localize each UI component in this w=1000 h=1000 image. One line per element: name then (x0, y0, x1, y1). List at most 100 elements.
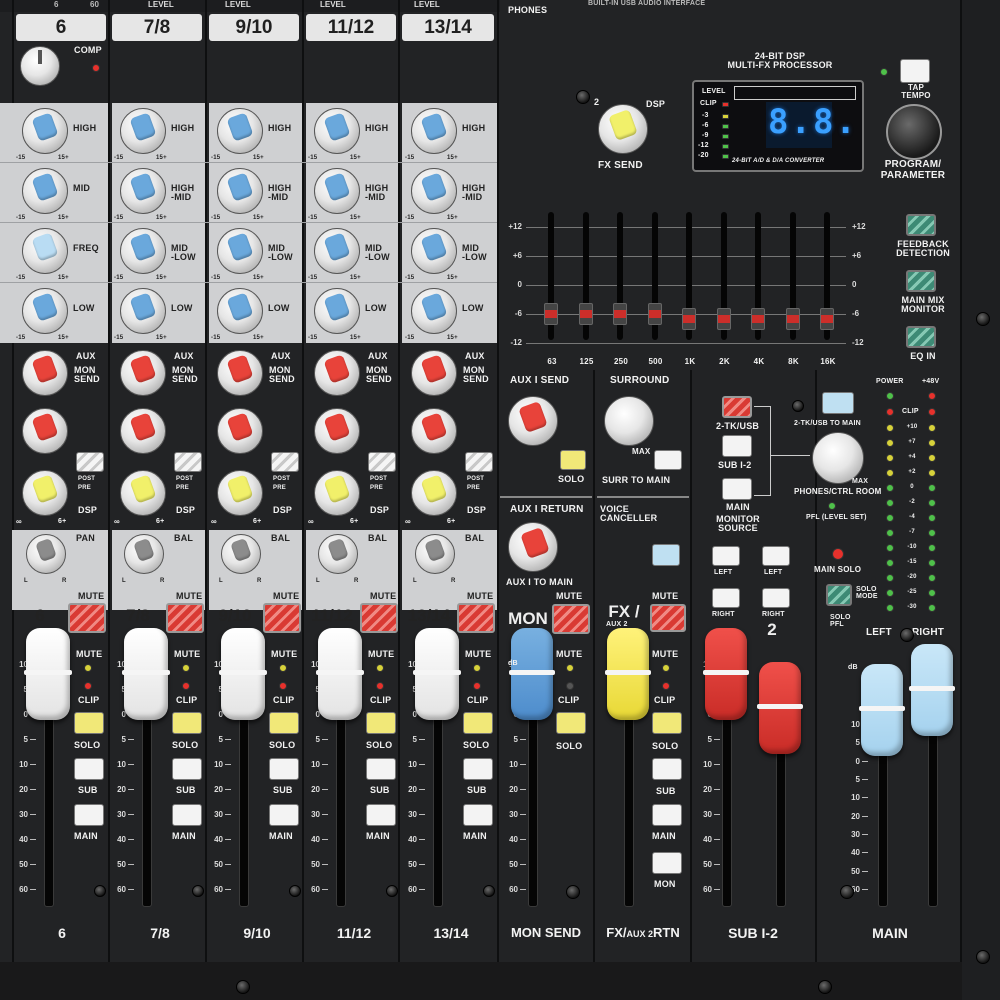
fader-tick (322, 864, 328, 865)
mon-mute-button[interactable] (552, 604, 590, 634)
monitor-right-button-2[interactable] (762, 588, 790, 608)
clip-label: CLIP (78, 695, 100, 705)
geq-scale-label: +6 (852, 251, 862, 260)
fader-knob[interactable] (859, 664, 905, 756)
geq-slider-cap[interactable] (544, 302, 558, 325)
fader-knob[interactable] (24, 628, 72, 720)
geq-slider-cap[interactable] (647, 302, 662, 325)
sub12-source-button[interactable] (722, 435, 752, 457)
monitor-left-button[interactable] (712, 546, 740, 566)
fx-mute-button[interactable] (650, 604, 686, 632)
footer-fx-main: FX/ (606, 925, 627, 940)
clip-right-led (928, 408, 936, 416)
main-button[interactable] (366, 804, 396, 826)
solo-button[interactable] (172, 712, 202, 734)
fader-scale-label: 60 (408, 885, 417, 894)
source-bracket (754, 406, 771, 496)
surround-knob[interactable] (604, 396, 654, 446)
monitor-right-label-2: RIGHT (762, 611, 785, 618)
sub-button[interactable] (463, 758, 493, 780)
geq-slider-cap[interactable] (613, 302, 627, 325)
meter-right-led (928, 604, 936, 612)
geq-slider-cap[interactable] (751, 307, 765, 330)
fader-tick (714, 814, 720, 815)
geq-slider-cap[interactable] (682, 307, 696, 330)
fx-main-button[interactable] (652, 804, 682, 826)
fader-knob[interactable] (316, 628, 364, 720)
fader-knob[interactable] (122, 628, 170, 720)
tap-tempo-button[interactable] (900, 59, 930, 83)
eq-in-switch[interactable] (906, 326, 936, 348)
meter-left-led (886, 499, 894, 507)
pre-post-switch[interactable] (465, 452, 493, 472)
pre-post-switch[interactable] (368, 452, 396, 472)
surr-to-main-button[interactable] (654, 450, 682, 470)
pre-post-switch[interactable] (76, 452, 104, 472)
fader-knob[interactable] (219, 628, 267, 720)
mon-clip-label: CLIP (558, 695, 580, 705)
2tk-usb-button[interactable] (722, 396, 752, 418)
main-button[interactable] (74, 804, 104, 826)
main-source-button[interactable] (722, 478, 752, 500)
sub-button[interactable] (74, 758, 104, 780)
fader-knob[interactable] (703, 628, 749, 720)
footer-fx-tail: RTN (653, 925, 680, 940)
voice-canceller-button[interactable] (652, 544, 680, 566)
sub-button[interactable] (172, 758, 202, 780)
geq-slider-cap[interactable] (578, 302, 593, 325)
main-mix-monitor-switch[interactable] (906, 270, 936, 292)
pre-post-switch[interactable] (271, 452, 299, 472)
sub-button[interactable] (269, 758, 299, 780)
fx-sub-label: SUB (656, 786, 676, 796)
monitor-left-label: LEFT (714, 569, 733, 576)
pre-post-switch[interactable] (174, 452, 202, 472)
geq-scale-label: -12 (852, 338, 864, 347)
solo-label: SOLO (366, 740, 393, 750)
post-label: POST (370, 476, 388, 482)
mon-send-label: MON SEND (269, 365, 295, 385)
geq-slider-cap[interactable] (785, 307, 800, 330)
mute-button[interactable] (263, 603, 301, 633)
solo-button[interactable] (74, 712, 104, 734)
solo-button[interactable] (463, 712, 493, 734)
mute-button[interactable] (68, 603, 106, 633)
mute-button[interactable] (360, 603, 398, 633)
geq-slider-cap[interactable] (716, 307, 731, 330)
range-label: 15+ (253, 155, 264, 161)
fx-solo-button[interactable] (652, 712, 682, 734)
fader-knob[interactable] (605, 628, 651, 720)
phones-ctrl-knob[interactable] (812, 432, 864, 484)
fader-scale-label: 10 (851, 720, 860, 729)
mon-solo-button[interactable] (556, 712, 586, 734)
main-button[interactable] (269, 804, 299, 826)
mon-send-label: MON SEND (172, 365, 198, 385)
monitor-right-button[interactable] (712, 588, 740, 608)
fader-knob[interactable] (509, 628, 555, 720)
feedback-detection-switch[interactable] (906, 214, 936, 236)
fader-tick (225, 814, 231, 815)
fader-tick (419, 864, 425, 865)
monitor-left-button-2[interactable] (762, 546, 790, 566)
main-button[interactable] (463, 804, 493, 826)
solo-button[interactable] (269, 712, 299, 734)
sub-button[interactable] (366, 758, 396, 780)
mute-button[interactable] (457, 603, 495, 633)
fader-knob[interactable] (909, 644, 955, 736)
geq-scale-label: 0 (517, 280, 522, 289)
fader-knob[interactable] (413, 628, 461, 720)
program-encoder[interactable] (886, 104, 942, 160)
geq-slider-cap[interactable] (820, 307, 834, 330)
solo-mode-button[interactable] (826, 584, 852, 606)
aux1-solo-button[interactable] (560, 450, 586, 470)
aux-divider (500, 496, 592, 498)
tap-tempo-label: TAP TEMPO (901, 83, 931, 101)
fader-knob[interactable] (757, 662, 803, 754)
main-button[interactable] (172, 804, 202, 826)
fx-mon-button[interactable] (652, 852, 682, 874)
plus6-label: 6+ (447, 518, 456, 525)
fx-sub-button[interactable] (652, 758, 682, 780)
range-label: -15 (211, 155, 221, 161)
solo-button[interactable] (366, 712, 396, 734)
2tk-to-main-button[interactable] (822, 392, 854, 414)
mute-button[interactable] (166, 603, 204, 633)
